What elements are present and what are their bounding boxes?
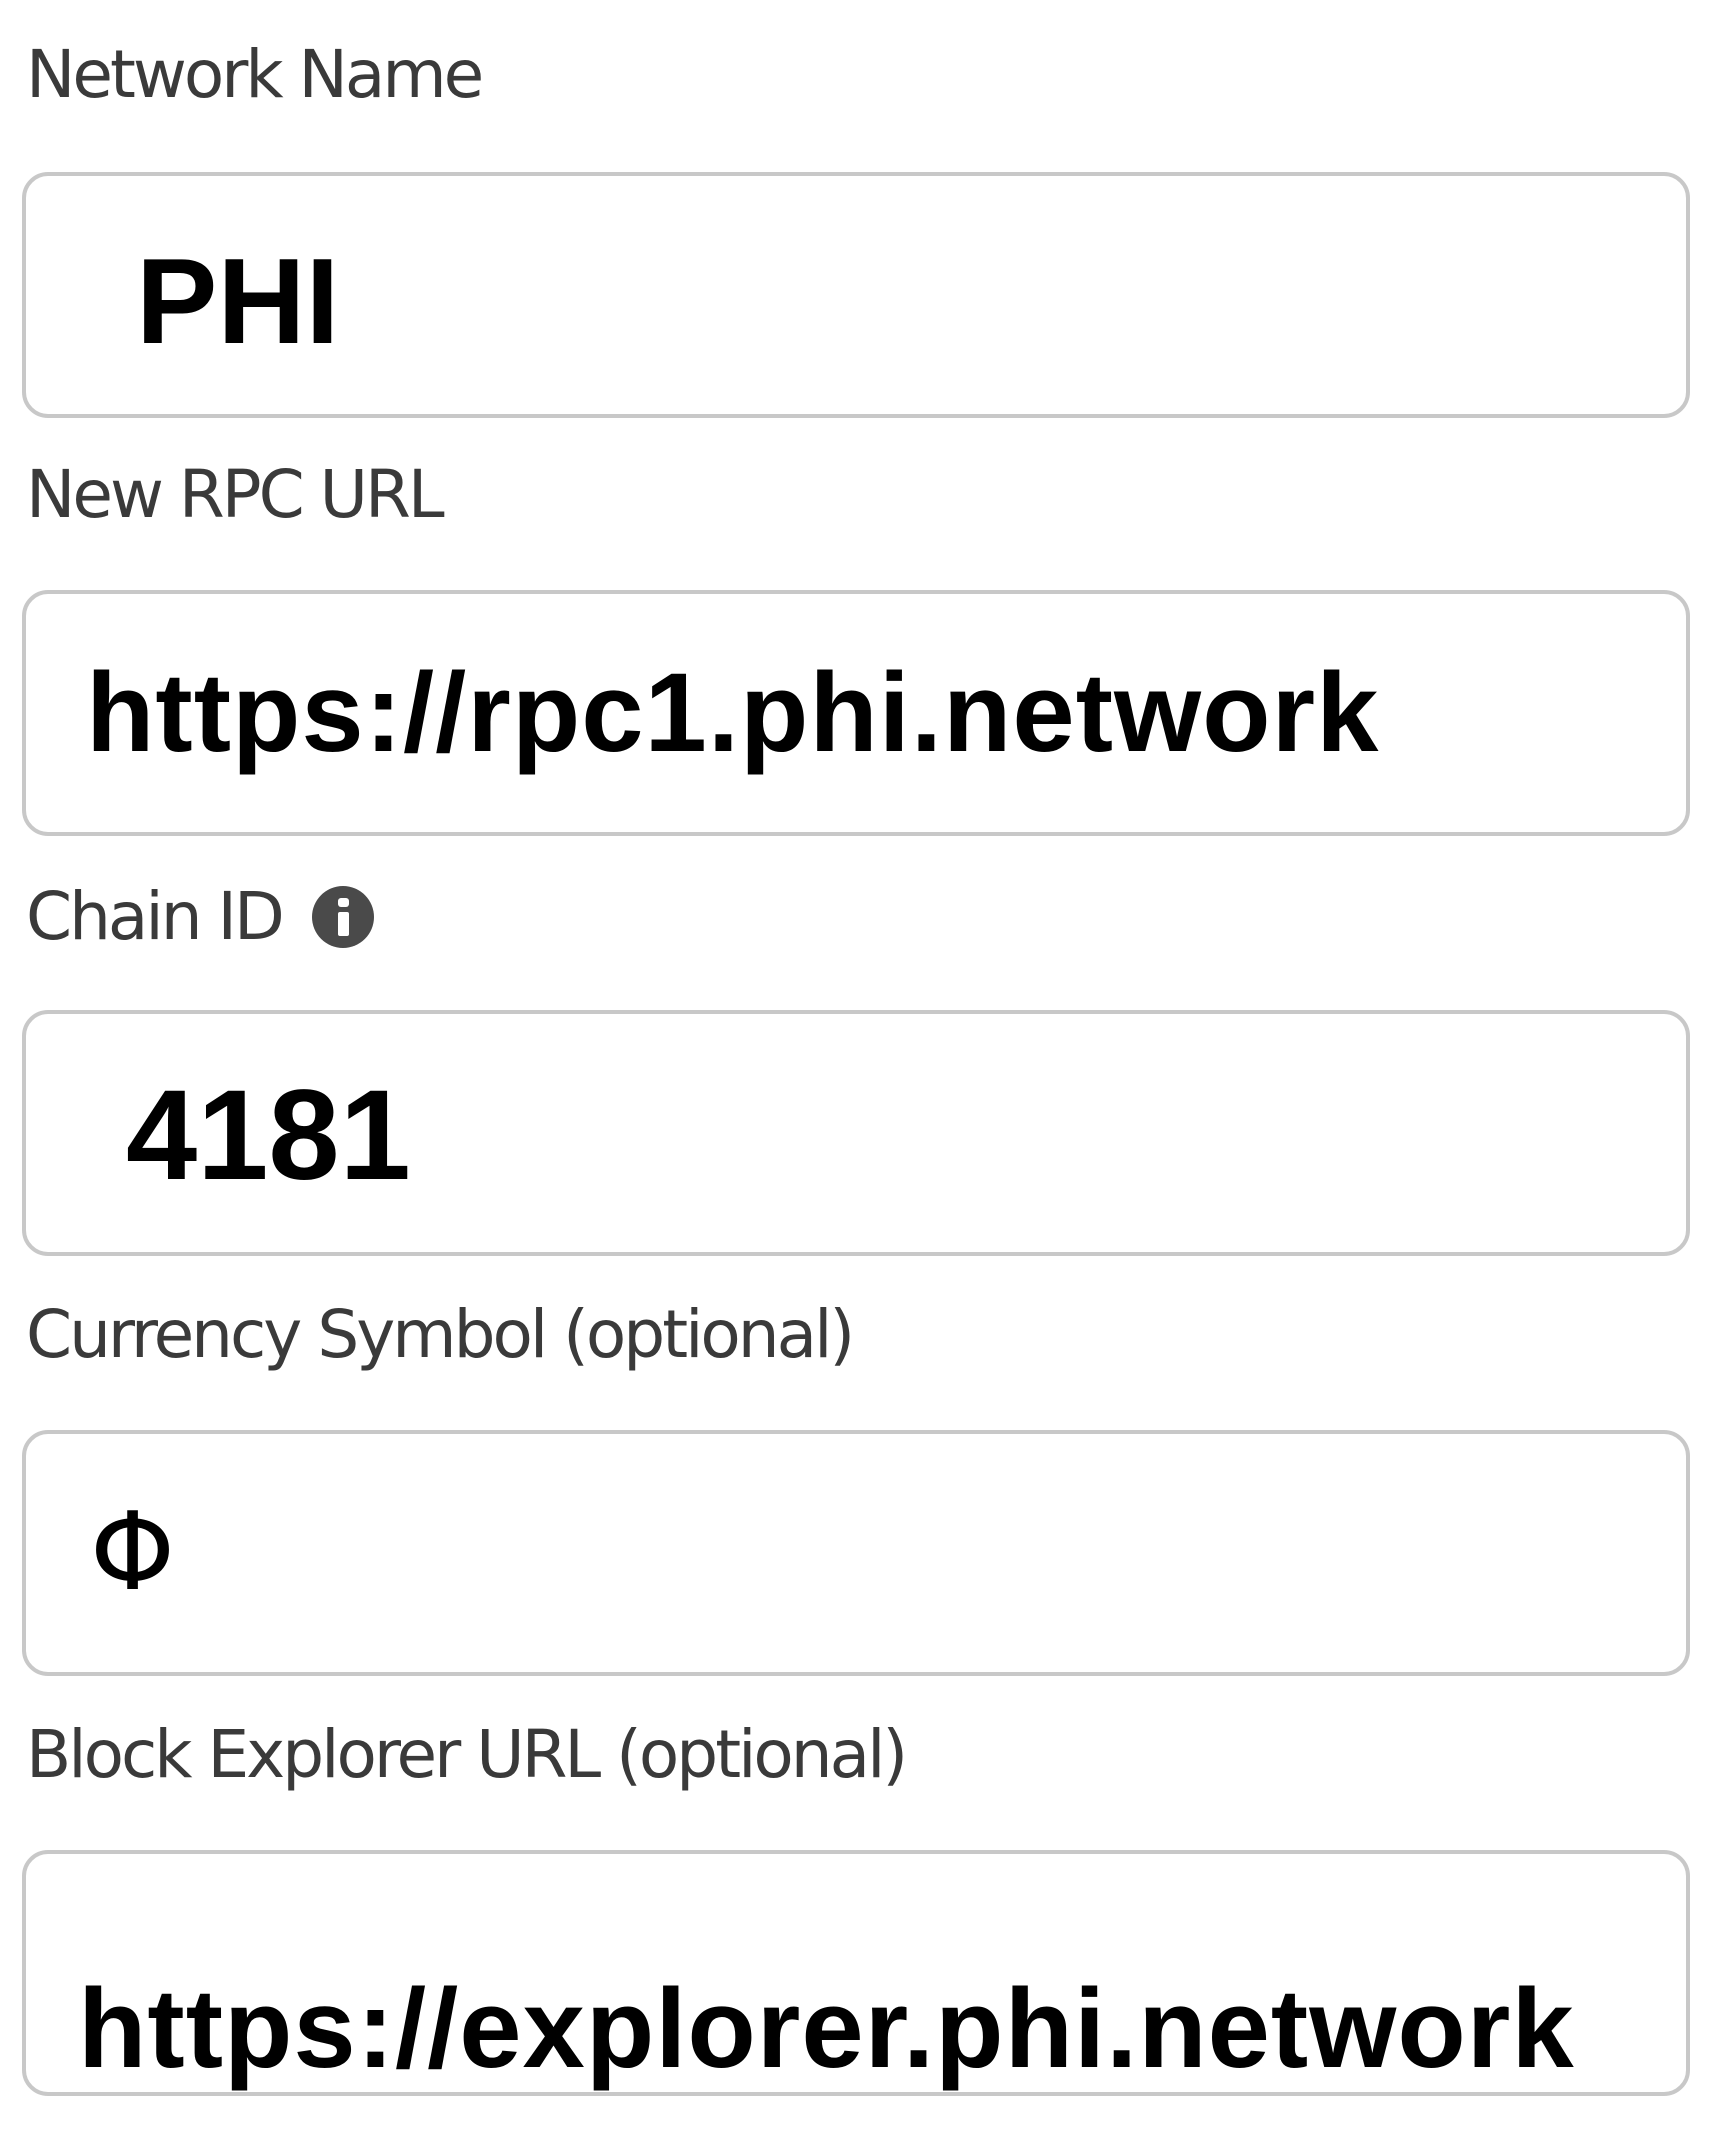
currency-symbol-label-text: Currency Symbol (optional) <box>26 1296 855 1373</box>
chain-id-label-text: Chain ID <box>26 878 285 955</box>
currency-symbol-value: Φ <box>90 1490 176 1615</box>
block-explorer-url-label: Block Explorer URL (optional) <box>26 1716 908 1793</box>
block-explorer-url-field[interactable]: https://explorer.phi.network <box>22 1850 1690 2096</box>
rpc-url-label: New RPC URL <box>26 456 445 533</box>
network-name-label: Network Name <box>26 36 484 113</box>
chain-id-field[interactable]: 4181 <box>22 1010 1690 1256</box>
currency-symbol-label: Currency Symbol (optional) <box>26 1296 855 1373</box>
chain-id-label: Chain ID <box>26 884 374 950</box>
rpc-url-field[interactable]: https://rpc1.phi.network <box>22 590 1690 836</box>
block-explorer-url-label-text: Block Explorer URL (optional) <box>26 1716 908 1793</box>
rpc-url-label-text: New RPC URL <box>26 456 445 533</box>
network-name-label-text: Network Name <box>26 36 484 113</box>
info-icon[interactable] <box>311 886 374 948</box>
rpc-url-value: https://rpc1.phi.network <box>86 650 1380 775</box>
chain-id-value: 4181 <box>126 1064 411 1207</box>
network-name-field[interactable]: PHI <box>22 172 1690 418</box>
block-explorer-url-value: https://explorer.phi.network <box>78 1966 1575 2091</box>
network-name-value: PHI <box>136 233 340 369</box>
currency-symbol-field[interactable]: Φ <box>22 1430 1690 1676</box>
